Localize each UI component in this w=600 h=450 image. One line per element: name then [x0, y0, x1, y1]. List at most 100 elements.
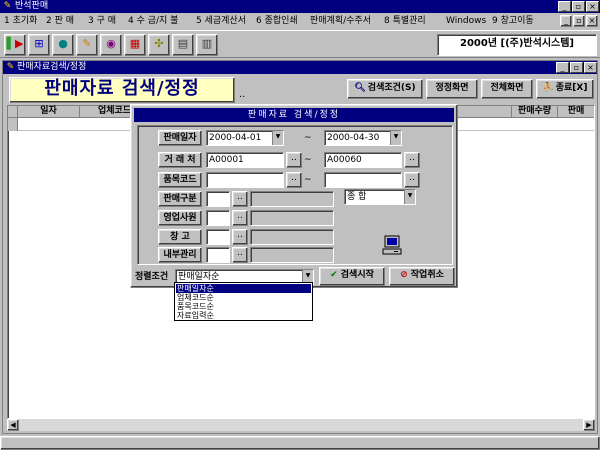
grid-corner	[8, 106, 18, 118]
full-view-button[interactable]: 전체화면	[481, 79, 533, 99]
maximize-button[interactable]: ▫	[572, 1, 585, 12]
horizontal-scrollbar[interactable]: ◀ ▶	[7, 419, 595, 431]
network-icon[interactable]: ⊞	[28, 34, 50, 56]
sort-option-entry-order[interactable]: 자료입력순	[176, 311, 311, 320]
pencil-icon[interactable]: ✎	[76, 34, 98, 56]
app-titlebar[interactable]: ✎ 반석판매 _ ▫ ×	[0, 0, 600, 13]
eye-icon[interactable]: ◉	[100, 34, 122, 56]
mdi-restore-button[interactable]: ▫	[573, 15, 585, 27]
sales-rep-code-field[interactable]	[206, 210, 230, 226]
item-to-field[interactable]	[324, 172, 402, 188]
label-sale-type: 판매구분	[158, 191, 202, 207]
window-maximize-button[interactable]: ▫	[570, 62, 583, 73]
warehouse-name-field	[250, 229, 334, 245]
menu-bar: 1 초기화 2 판 매 3 구 매 4 수 금/지 불 5 세금계산서 6 종합…	[0, 14, 600, 29]
internal-name-field	[250, 247, 334, 263]
search-dialog: 판매자료 검색/정정 판매일자 2000-04-01 ▼ ~ 2000-04-3…	[130, 104, 458, 288]
label-sales-rep: 영업사원	[158, 210, 202, 226]
item-to-browse-button[interactable]: ..	[404, 172, 420, 188]
sale-type-name-field	[250, 191, 334, 207]
chevron-down-icon[interactable]: ▼	[390, 131, 401, 145]
magnifier-icon: 🔍︎	[354, 83, 366, 93]
menu-tax-invoice[interactable]: 5 세금계산서	[196, 14, 246, 29]
sort-option-item-code[interactable]: 품목코드순	[176, 302, 311, 311]
label-customer: 거 래 처	[158, 152, 202, 168]
search-condition-button[interactable]: 🔍︎ 검색조건(S)	[347, 79, 423, 99]
label-warehouse: 창 고	[158, 229, 202, 245]
status-bar	[0, 436, 600, 450]
date-to-combo[interactable]: 2000-04-30 ▼	[324, 130, 402, 146]
exit-door-icon[interactable]: ▌▶	[4, 34, 26, 56]
warehouse-code-field[interactable]	[206, 229, 230, 245]
menu-special[interactable]: 8 특별관리	[384, 14, 426, 29]
menu-init[interactable]: 1 초기화	[4, 14, 37, 29]
sale-type-code-field[interactable]	[206, 191, 230, 207]
customer-from-browse-button[interactable]: ..	[286, 152, 302, 168]
sale-type-browse-button[interactable]: ..	[232, 191, 248, 207]
minimize-button[interactable]: _	[558, 1, 571, 12]
chevron-down-icon[interactable]: ▼	[404, 190, 415, 204]
mdi-minimize-button[interactable]: _	[560, 15, 572, 27]
page-heading: 판매자료 검색/정정	[9, 77, 235, 103]
edit-view-button[interactable]: 정정화면	[426, 79, 478, 99]
sort-label: 정렬조건	[135, 272, 169, 282]
calculator-icon[interactable]: ▤	[172, 34, 194, 56]
menu-sales-plan[interactable]: 판매계획/수주서	[310, 14, 371, 29]
sale-type-select-value: 종 합	[347, 192, 367, 202]
exit-person-icon: ⛹	[542, 83, 554, 93]
col-sale-qty[interactable]: 판매수량	[512, 106, 558, 118]
col-sale[interactable]: 판매	[558, 106, 594, 118]
row-selector[interactable]	[8, 118, 18, 131]
computer-icon	[382, 235, 402, 255]
menu-print[interactable]: 6 종합인쇄	[256, 14, 298, 29]
menu-sales[interactable]: 2 판 매	[46, 14, 74, 29]
label-item-code: 품목코드	[158, 172, 202, 188]
menu-receipt-payment[interactable]: 4 수 금/지 불	[128, 14, 178, 29]
search-start-button[interactable]: ✔ 검색시작	[319, 267, 385, 286]
item-from-field[interactable]	[206, 172, 284, 188]
exit-label: 종료[X]	[555, 83, 588, 93]
menu-windows[interactable]: Windows	[446, 14, 486, 29]
grid-icon[interactable]: ✣	[148, 34, 170, 56]
app-title: 반석판매	[15, 1, 49, 11]
customer-from-field[interactable]: A00001	[206, 152, 284, 168]
sales-rep-browse-button[interactable]: ..	[232, 210, 248, 226]
printer-icon[interactable]: ▥	[196, 34, 218, 56]
internal-browse-button[interactable]: ..	[232, 247, 248, 263]
item-from-browse-button[interactable]: ..	[286, 172, 302, 188]
customer-to-browse-button[interactable]: ..	[404, 152, 420, 168]
sort-option-sale-date[interactable]: 판매일자순	[176, 284, 311, 293]
scroll-left-icon[interactable]: ◀	[7, 419, 19, 431]
tilde: ~	[304, 133, 312, 143]
window-close-button[interactable]: ×	[584, 62, 597, 73]
warehouse-browse-button[interactable]: ..	[232, 229, 248, 245]
chevron-down-icon[interactable]: ▼	[272, 131, 283, 145]
sort-option-company-code[interactable]: 업체코드순	[176, 293, 311, 302]
tilde: ~	[304, 155, 312, 165]
scroll-right-icon[interactable]: ▶	[583, 419, 595, 431]
cancel-icon: ⊘	[400, 270, 408, 280]
window-title: 판매자료검색/정정	[17, 62, 87, 72]
sale-type-select[interactable]: 종 합 ▼	[344, 189, 416, 205]
sales-rep-name-field	[250, 210, 334, 226]
internal-code-field[interactable]	[206, 247, 230, 263]
menu-purchase[interactable]: 3 구 매	[88, 14, 116, 29]
cancel-button[interactable]: ⊘ 작업취소	[389, 267, 455, 286]
globe-icon[interactable]: ●	[52, 34, 74, 56]
toolbar: ▌▶ ⊞ ● ✎ ◉ ▦ ✣ ▤ ▥ 2000년 [(주)반석시스템]	[0, 30, 600, 58]
close-button[interactable]: ×	[586, 1, 599, 12]
window-titlebar[interactable]: ✎ 판매자료검색/정정 _ ▫ ×	[3, 61, 597, 74]
cancel-label: 작업취소	[410, 270, 444, 280]
heading-dots: ..	[239, 89, 246, 100]
window-minimize-button[interactable]: _	[556, 62, 569, 73]
date-from-combo[interactable]: 2000-04-01 ▼	[206, 130, 284, 146]
menu-warehouse-move[interactable]: 9 창고이동	[492, 14, 534, 29]
date-to-value: 2000-04-30	[327, 133, 380, 143]
mdi-close-button[interactable]: ×	[586, 15, 598, 27]
company-year-box: 2000년 [(주)반석시스템]	[437, 34, 597, 56]
customer-to-field[interactable]: A00060	[324, 152, 402, 168]
exit-button[interactable]: ⛹ 종료[X]	[536, 79, 594, 99]
col-date[interactable]: 일자	[18, 106, 80, 118]
label-internal: 내부관리	[158, 247, 202, 263]
table-icon[interactable]: ▦	[124, 34, 146, 56]
